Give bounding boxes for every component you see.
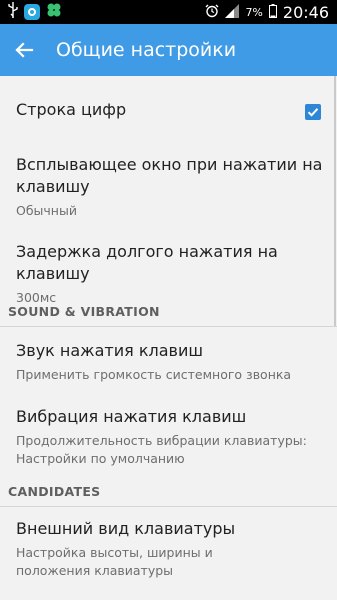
setting-popup-on-keypress[interactable]: Всплывающее окно при нажатии на клавишу … <box>16 154 325 220</box>
setting-number-row[interactable]: Строка цифр <box>16 99 281 121</box>
checkmark-icon <box>307 108 319 117</box>
back-arrow-icon[interactable] <box>12 38 36 62</box>
clock: 20:46 <box>282 2 329 22</box>
setting-title: Вибрация нажатия клавиш <box>16 407 247 426</box>
status-bar: 7% 20:46 <box>0 0 337 24</box>
setting-long-press-delay[interactable]: Задержка долгого нажатия на клавишу 300м… <box>16 241 325 307</box>
setting-summary: Обычный <box>16 203 77 218</box>
setting-title: Строка цифр <box>16 100 127 119</box>
setting-summary: Настройка высоты, ширины и положения кла… <box>16 545 213 578</box>
clover-icon <box>46 2 62 22</box>
page-title: Общие настройки <box>56 39 237 61</box>
alarm-icon <box>205 3 219 22</box>
number-row-checkbox[interactable] <box>305 104 321 120</box>
app-notification-icon <box>24 4 40 20</box>
usb-icon <box>8 2 18 22</box>
setting-keyboard-appearance[interactable]: Внешний вид клавиатуры Настройка высоты,… <box>16 518 277 580</box>
setting-summary: Продолжительность вибрации клавиатуры: Н… <box>16 433 307 466</box>
setting-title: Всплывающее окно при нажатии на клавишу <box>16 155 323 196</box>
section-header-sound-vibration: SOUND & VIBRATION <box>8 304 160 319</box>
settings-list: Строка цифр Всплывающее окно при нажатии… <box>0 76 337 600</box>
scrollbar[interactable] <box>334 76 336 326</box>
app-bar: Общие настройки <box>0 24 337 76</box>
setting-title: Задержка долгого нажатия на клавишу <box>16 242 278 283</box>
section-divider <box>0 506 337 507</box>
system-status: 7% 20:46 <box>199 0 329 24</box>
setting-title: Внешний вид клавиатуры <box>16 519 236 538</box>
setting-key-vibration[interactable]: Вибрация нажатия клавиш Продолжительност… <box>16 406 313 468</box>
setting-title: Звук нажатия клавиш <box>16 341 203 360</box>
signal-icon <box>225 3 240 22</box>
notification-icons <box>8 2 68 22</box>
setting-key-sound[interactable]: Звук нажатия клавиш Применить громкость … <box>16 340 325 384</box>
setting-summary: Применить громкость системного звонка <box>16 367 292 382</box>
section-divider <box>0 326 337 327</box>
section-header-candidates: CANDIDATES <box>8 484 101 499</box>
battery-percent: 7% <box>245 5 263 19</box>
battery-icon <box>268 3 277 22</box>
